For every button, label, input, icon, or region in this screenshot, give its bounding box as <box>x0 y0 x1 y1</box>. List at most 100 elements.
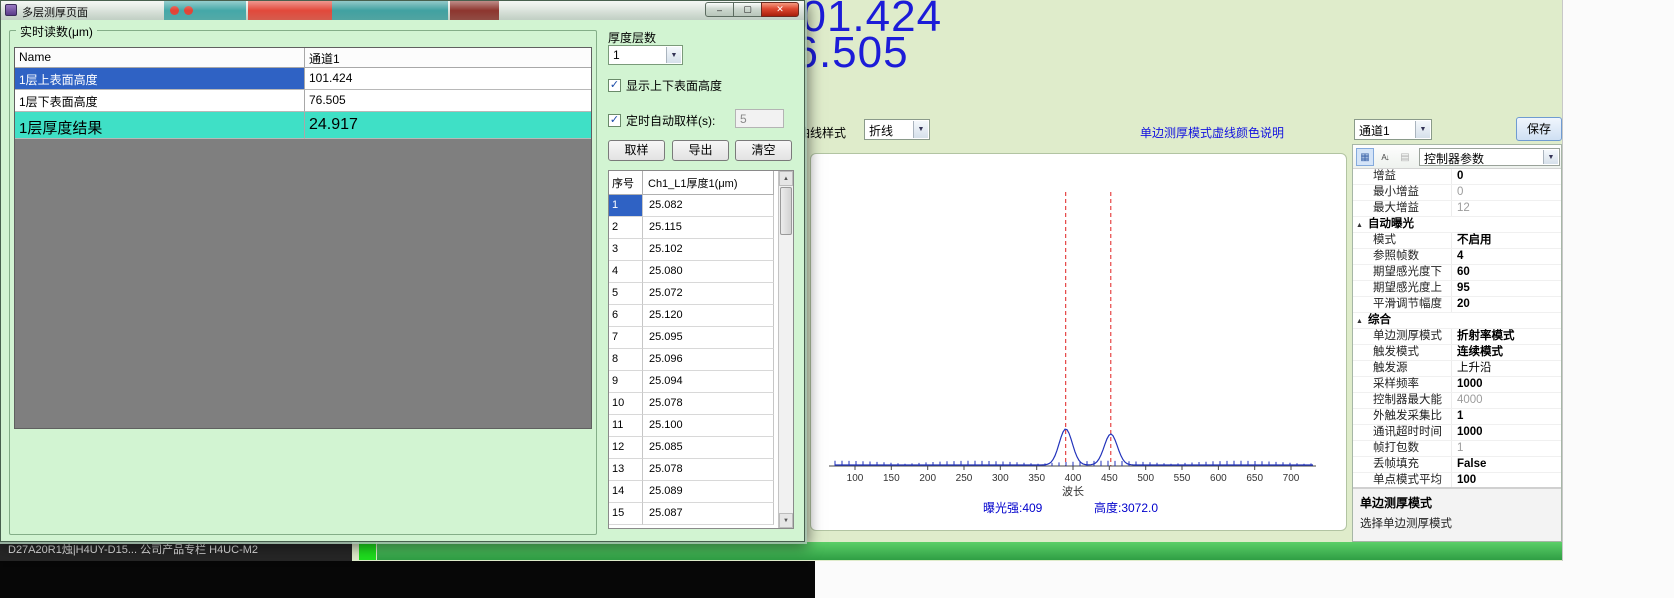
property-category-row[interactable]: ▲综合 <box>1353 313 1561 329</box>
reading-name: 1层厚度结果 <box>15 112 305 139</box>
sample-value: 25.080 <box>643 261 774 283</box>
sample-row[interactable]: 425.080 <box>609 261 793 283</box>
property-row[interactable]: 期望感光度上95 <box>1353 281 1561 297</box>
status-bar-green <box>377 542 1562 560</box>
svg-text:500: 500 <box>1137 473 1154 484</box>
samples-scrollbar[interactable]: ▲ ▼ <box>778 171 793 528</box>
height-readout: 高度:3072.0 <box>1094 499 1158 516</box>
property-help-description: 选择单边测厚模式 <box>1360 515 1554 531</box>
taskbar-green-indicator <box>359 542 376 560</box>
multilayer-thickness-dialog: 多层测厚页面 – ▢ ✕ 实时读数(μm) Name 通道1 1层上表面高度10… <box>0 0 805 542</box>
maximize-button[interactable]: ▢ <box>733 2 762 17</box>
property-row[interactable]: 参照帧数4 <box>1353 249 1561 265</box>
property-row[interactable]: 帧打包数1 <box>1353 441 1561 457</box>
taskbar-item[interactable]: D27A20R1烛|H4UY-D15... 公司产品专栏 H4UC-M2 <box>0 540 352 561</box>
sample-index: 13 <box>609 459 643 481</box>
sample-interval-input[interactable] <box>735 109 784 128</box>
svg-text:350: 350 <box>1028 473 1045 484</box>
chevron-down-icon: ▼ <box>1543 150 1558 164</box>
sample-row[interactable]: 625.120 <box>609 305 793 327</box>
property-row[interactable]: 平滑调节幅度20 <box>1353 297 1561 313</box>
thickness-layers-label: 厚度层数 <box>608 29 656 46</box>
sample-row[interactable]: 1025.078 <box>609 393 793 415</box>
property-row[interactable]: 最大增益12 <box>1353 201 1561 217</box>
sample-row[interactable]: 725.095 <box>609 327 793 349</box>
dialog-titlebar[interactable]: 多层测厚页面 – ▢ ✕ <box>1 1 804 20</box>
property-label: 通讯超时时间 <box>1373 425 1442 440</box>
property-label: 最小增益 <box>1373 185 1419 200</box>
sample-row[interactable]: 1125.100 <box>609 415 793 437</box>
property-row[interactable]: 单边测厚模式折射率模式 <box>1353 329 1561 345</box>
thickness-layers-select[interactable]: 1 ▼ <box>608 45 683 65</box>
property-row[interactable]: 触发源上升沿 <box>1353 361 1561 377</box>
property-row[interactable]: 最小增益0 <box>1353 185 1561 201</box>
scroll-down-icon[interactable]: ▼ <box>779 513 793 528</box>
categorized-icon: ▦ <box>1360 152 1369 163</box>
property-pages-button[interactable]: ▤ <box>1396 148 1414 166</box>
close-button[interactable]: ✕ <box>761 2 799 17</box>
scroll-up-icon[interactable]: ▲ <box>779 171 793 186</box>
property-label: 最大增益 <box>1373 201 1419 216</box>
property-row[interactable]: 控制器最大能4000 <box>1353 393 1561 409</box>
curve-style-select[interactable]: 折线 ▼ <box>864 119 930 140</box>
svg-text:450: 450 <box>1101 473 1118 484</box>
property-label: 触发源 <box>1373 361 1408 376</box>
minimize-button[interactable]: – <box>705 2 734 17</box>
property-category-row[interactable]: ▲自动曝光 <box>1353 217 1561 233</box>
reading-row[interactable]: 1层厚度结果24.917 <box>15 112 591 139</box>
svg-text:550: 550 <box>1174 473 1191 484</box>
sample-row[interactable]: 1425.089 <box>609 481 793 503</box>
property-row[interactable]: 期望感光度下60 <box>1353 265 1561 281</box>
readings-table: Name 通道1 1层上表面高度101.4241层下表面高度76.5051层厚度… <box>14 47 592 429</box>
property-row[interactable]: 增益0 <box>1353 169 1561 185</box>
alphabetical-sort-button[interactable]: A↓ <box>1376 148 1394 166</box>
column-header-index: 序号 <box>609 171 643 195</box>
reading-row[interactable]: 1层上表面高度101.424 <box>15 68 591 90</box>
channel-select[interactable]: 通道1 ▼ <box>1354 119 1432 140</box>
export-button[interactable]: 导出 <box>672 140 729 161</box>
desktop-bottom-right <box>815 561 1674 598</box>
property-row[interactable]: 外触发采集比1 <box>1353 409 1561 425</box>
clear-button[interactable]: 清空 <box>735 140 792 161</box>
sample-button[interactable]: 取样 <box>608 140 665 161</box>
desktop-right-area <box>1562 0 1674 598</box>
sample-row[interactable]: 925.094 <box>609 371 793 393</box>
parameter-group-select[interactable]: 控制器参数 ▼ <box>1419 148 1560 166</box>
property-row[interactable]: 模式不启用 <box>1353 233 1561 249</box>
property-value: 95 <box>1451 281 1561 296</box>
sample-row[interactable]: 1325.078 <box>609 459 793 481</box>
sample-row[interactable]: 225.115 <box>609 217 793 239</box>
property-row[interactable]: 触发模式连续模式 <box>1353 345 1561 361</box>
channel-value: 通道1 <box>1359 122 1390 139</box>
property-row[interactable]: 采样频率1000 <box>1353 377 1561 393</box>
property-label: 采样频率 <box>1373 377 1419 392</box>
save-button[interactable]: 保存 <box>1516 117 1562 141</box>
window-controls: – ▢ ✕ <box>706 2 799 17</box>
chevron-down-icon: ▼ <box>666 47 681 63</box>
property-grid-toolbar: ▦ A↓ ▤ 控制器参数 ▼ <box>1353 145 1561 169</box>
property-value: 不启用 <box>1451 233 1561 248</box>
property-value: 20 <box>1451 297 1561 312</box>
sample-row[interactable]: 1525.087 <box>609 503 793 525</box>
sample-row[interactable]: 525.072 <box>609 283 793 305</box>
sample-index: 8 <box>609 349 643 371</box>
sample-row[interactable]: 325.102 <box>609 239 793 261</box>
auto-sample-checkbox[interactable]: ✓ 定时自动取样(s): <box>608 112 715 129</box>
screen: 101.424 76.505 曲线样式 折线 ▼ 单边测厚模式虚线颜色说明 通道… <box>0 0 1674 598</box>
reading-name: 1层下表面高度 <box>15 90 305 112</box>
property-value: 连续模式 <box>1451 345 1561 360</box>
chevron-down-icon: ▼ <box>1415 121 1430 138</box>
scrollbar-thumb[interactable] <box>780 187 792 235</box>
sample-row[interactable]: 825.096 <box>609 349 793 371</box>
window-icon <box>5 4 17 16</box>
show-surfaces-checkbox[interactable]: ✓ 显示上下表面高度 <box>608 77 722 94</box>
reading-name: 1层上表面高度 <box>15 68 305 90</box>
property-category-label: 自动曝光 <box>1368 217 1414 232</box>
categorized-view-button[interactable]: ▦ <box>1356 148 1374 166</box>
sample-value: 25.087 <box>643 503 774 525</box>
reading-row[interactable]: 1层下表面高度76.505 <box>15 90 591 112</box>
sample-row[interactable]: 125.082 <box>609 195 793 217</box>
sample-row[interactable]: 1225.085 <box>609 437 793 459</box>
property-row[interactable]: 丢帧填充False <box>1353 457 1561 473</box>
property-row[interactable]: 通讯超时时间1000 <box>1353 425 1561 441</box>
